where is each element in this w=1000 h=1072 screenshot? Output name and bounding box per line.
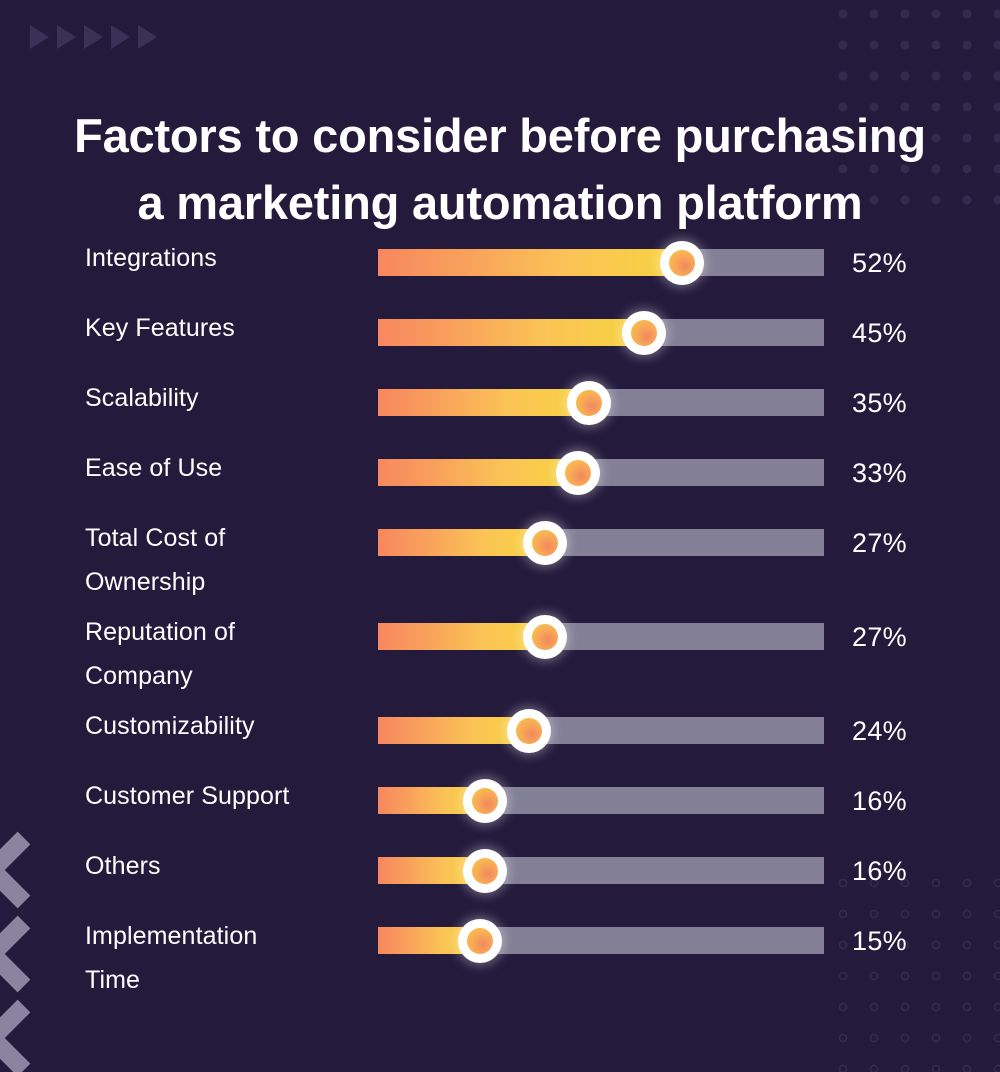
bar-value-label: 52%	[852, 248, 907, 278]
page-title-line-2: a marketing automation platform	[137, 176, 863, 230]
bar-track[interactable]	[378, 310, 824, 355]
infographic-canvas: Factors to consider before purchasing a …	[0, 0, 1000, 1072]
bar-row-label: Key Features	[85, 314, 235, 342]
bar-track[interactable]	[378, 614, 824, 659]
bar-row: Others 16%	[0, 844, 1000, 914]
triangle-right-icon	[111, 25, 130, 49]
triangle-right-icon	[84, 25, 103, 49]
bar-row-label: Scalability	[85, 384, 199, 412]
bar-fill	[378, 459, 579, 486]
bar-slider-handle[interactable]	[621, 310, 666, 355]
bar-value-label: 27%	[852, 528, 907, 558]
page-title: Factors to consider before purchasing a …	[0, 103, 1000, 236]
bar-slider-handle[interactable]	[523, 614, 568, 659]
bar-track[interactable]	[378, 520, 824, 565]
triangle-right-icon	[138, 25, 157, 49]
bar-value-label: 27%	[852, 622, 907, 652]
bar-row: Implementation Time 15%	[0, 914, 1000, 1008]
bar-fill	[378, 389, 590, 416]
bar-fill	[378, 319, 644, 346]
bar-row: Reputation of Company 27%	[0, 610, 1000, 704]
bar-fill	[378, 623, 546, 650]
bar-slider-handle[interactable]	[507, 708, 552, 753]
bar-row-label: Integrations	[85, 244, 217, 272]
bar-row: Ease of Use 33%	[0, 446, 1000, 516]
bar-track[interactable]	[378, 778, 824, 823]
bar-value-label: 16%	[852, 786, 907, 816]
bar-row: Scalability 35%	[0, 376, 1000, 446]
bar-track[interactable]	[378, 240, 824, 285]
bar-track[interactable]	[378, 918, 824, 963]
bar-value-label: 35%	[852, 388, 907, 418]
bar-track[interactable]	[378, 380, 824, 425]
bar-slider-handle[interactable]	[457, 918, 502, 963]
triangle-decoration-group	[30, 25, 157, 49]
page-title-line-1: Factors to consider before purchasing	[74, 109, 926, 163]
bar-slider-handle[interactable]	[463, 778, 508, 823]
bar-slider-handle[interactable]	[556, 450, 601, 495]
bar-track[interactable]	[378, 848, 824, 893]
bar-fill	[378, 529, 546, 556]
bar-value-label: 15%	[852, 926, 907, 956]
bar-row: Total Cost of Ownership 27%	[0, 516, 1000, 610]
bar-row-label: Total Cost of Ownership	[85, 524, 226, 596]
bar-value-label: 16%	[852, 856, 907, 886]
bar-row-label: Others	[85, 852, 161, 880]
bar-row-label: Customer Support	[85, 782, 290, 810]
bar-row-label: Implementation Time	[85, 922, 258, 994]
bar-value-label: 45%	[852, 318, 907, 348]
bar-slider-handle[interactable]	[659, 240, 704, 285]
bar-row-label: Customizability	[85, 712, 255, 740]
bar-value-label: 24%	[852, 716, 907, 746]
bar-row: Customer Support 16%	[0, 774, 1000, 844]
bar-slider-handle[interactable]	[523, 520, 568, 565]
triangle-right-icon	[57, 25, 76, 49]
bar-row-label: Ease of Use	[85, 454, 223, 482]
triangle-right-icon	[30, 25, 49, 49]
bar-slider-handle[interactable]	[567, 380, 612, 425]
bar-row: Integrations 52%	[0, 236, 1000, 306]
bar-value-label: 33%	[852, 458, 907, 488]
bar-slider-handle[interactable]	[463, 848, 508, 893]
bar-chart-rows: Integrations 52% Key Features 45% Scalabilit…	[0, 236, 1000, 1008]
bar-fill	[378, 249, 682, 276]
bar-row: Customizability 24%	[0, 704, 1000, 774]
bar-track[interactable]	[378, 450, 824, 495]
bar-row: Key Features 45%	[0, 306, 1000, 376]
bar-row-label: Reputation of Company	[85, 618, 236, 690]
bar-track[interactable]	[378, 708, 824, 753]
